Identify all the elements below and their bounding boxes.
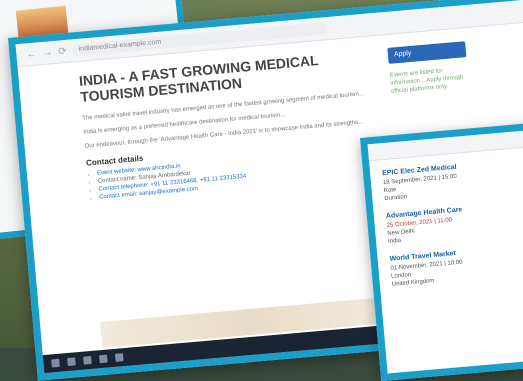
refresh-icon[interactable]: ⟳	[58, 45, 67, 57]
right-browser-window: EPIC Elec Zed Medical 18 September, 2021…	[360, 119, 523, 381]
event-list: EPIC Elec Zed Medical 18 September, 2021…	[369, 144, 523, 296]
browser-icon[interactable]	[83, 355, 92, 365]
article: INDIA - A FAST GROWING MEDICAL TOURISM D…	[78, 47, 388, 203]
forward-arrow-icon[interactable]: →	[42, 47, 53, 59]
event-item-2[interactable]: Advantage Health Care 25 October, 2021 |…	[386, 198, 523, 246]
back-arrow-icon[interactable]: ←	[26, 48, 37, 60]
sidebar: Apply Events are listed for information.…	[387, 41, 469, 96]
start-icon[interactable]	[51, 358, 60, 368]
search-icon[interactable]	[67, 357, 76, 367]
event-item-3[interactable]: World Travel Market 01 November, 2021 | …	[389, 241, 523, 289]
sidebar-note: Events are listed for information... App…	[389, 68, 464, 95]
folder-icon[interactable]	[98, 354, 108, 364]
mail-icon[interactable]	[114, 353, 124, 362]
apply-button[interactable]: Apply	[387, 41, 467, 64]
